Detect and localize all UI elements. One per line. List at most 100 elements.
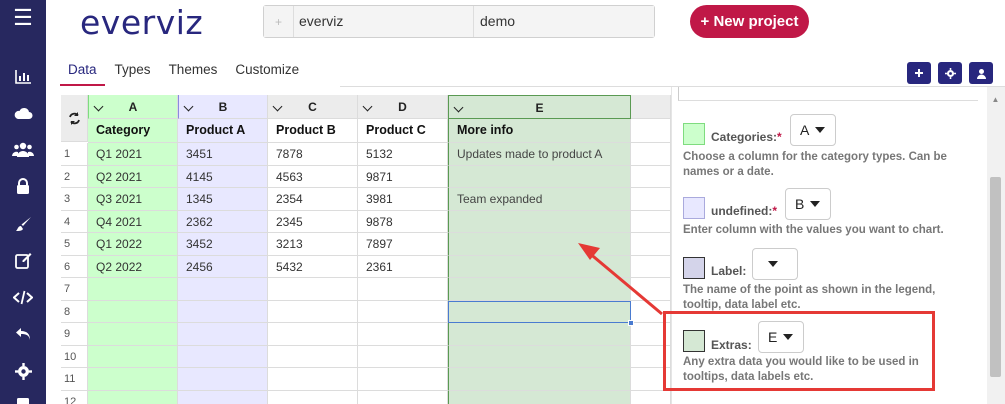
users-icon[interactable] (0, 134, 46, 164)
data-cell[interactable]: Q2 2021 (88, 165, 178, 188)
column-header-a[interactable]: A (88, 95, 178, 119)
empty-cell[interactable] (268, 300, 358, 323)
data-cell[interactable]: Updates made to product A (448, 143, 631, 166)
empty-cell[interactable] (448, 368, 631, 391)
empty-cell[interactable] (268, 323, 358, 346)
column-header-e[interactable]: E (448, 95, 631, 119)
data-cell[interactable]: 7897 (358, 233, 448, 256)
data-cell[interactable]: 5432 (268, 255, 358, 278)
empty-cell[interactable] (631, 119, 671, 143)
empty-cell[interactable] (358, 323, 448, 346)
scroll-up-icon[interactable]: ▲ (990, 95, 1001, 105)
header-cell[interactable]: Product B (268, 119, 358, 143)
empty-cell[interactable] (358, 278, 448, 301)
chevron-down-icon[interactable] (453, 102, 464, 113)
chevron-down-icon[interactable] (183, 101, 194, 112)
data-cell[interactable]: Q3 2021 (88, 188, 178, 211)
empty-cell[interactable] (178, 323, 268, 346)
gear-icon[interactable] (0, 356, 46, 386)
empty-cell[interactable] (178, 368, 268, 391)
empty-cell[interactable] (631, 143, 671, 166)
empty-cell[interactable] (631, 390, 671, 404)
data-cell[interactable]: 3452 (178, 233, 268, 256)
header-cell[interactable]: Category (88, 119, 178, 143)
empty-cell[interactable] (88, 345, 178, 368)
new-project-button[interactable]: + New project (690, 5, 809, 38)
empty-cell[interactable] (178, 300, 268, 323)
data-cell[interactable]: Q1 2021 (88, 143, 178, 166)
header-cell[interactable]: More info (448, 119, 631, 143)
data-cell[interactable]: 4563 (268, 165, 358, 188)
add-icon[interactable] (907, 62, 931, 84)
cloud-icon[interactable] (0, 98, 46, 128)
empty-cell[interactable] (631, 165, 671, 188)
empty-cell[interactable] (88, 300, 178, 323)
data-cell[interactable]: 2456 (178, 255, 268, 278)
empty-cell[interactable] (358, 390, 448, 404)
menu-icon[interactable]: ☰ (0, 3, 46, 33)
empty-cell[interactable] (448, 390, 631, 404)
empty-cell[interactable] (268, 278, 358, 301)
undo-icon[interactable] (0, 319, 46, 349)
empty-cell[interactable] (178, 390, 268, 404)
empty-cell[interactable] (448, 323, 631, 346)
data-cell[interactable]: 5132 (358, 143, 448, 166)
everviz-logo[interactable]: everviz (80, 3, 203, 42)
data-cell[interactable]: 2345 (268, 210, 358, 233)
header-cell[interactable]: Product A (178, 119, 268, 143)
user-icon[interactable] (969, 62, 993, 84)
data-cell[interactable]: Q2 2022 (88, 255, 178, 278)
team-name-field[interactable]: demo (474, 6, 654, 37)
data-cell[interactable]: 3981 (358, 188, 448, 211)
fill-handle[interactable] (628, 320, 634, 326)
data-cell[interactable]: 1345 (178, 188, 268, 211)
data-cell[interactable]: Q4 2021 (88, 210, 178, 233)
data-cell[interactable]: 7878 (268, 143, 358, 166)
data-cell[interactable]: 9871 (358, 165, 448, 188)
tab-data[interactable]: Data (60, 56, 105, 86)
scroll-thumb[interactable] (990, 177, 1001, 377)
chevron-down-icon[interactable] (362, 101, 373, 112)
edit-icon[interactable] (0, 245, 46, 275)
data-cell[interactable]: 3451 (178, 143, 268, 166)
empty-cell[interactable] (631, 188, 671, 211)
code-icon[interactable] (0, 282, 46, 312)
empty-cell[interactable] (178, 345, 268, 368)
empty-cell[interactable] (268, 390, 358, 404)
refresh-icon[interactable] (61, 95, 88, 142)
project-name-field[interactable]: everviz (294, 6, 474, 37)
data-cell[interactable]: 2362 (178, 210, 268, 233)
chevron-down-icon[interactable] (93, 101, 104, 112)
chevron-down-icon[interactable] (272, 101, 283, 112)
empty-cell[interactable] (268, 368, 358, 391)
empty-cell[interactable] (88, 390, 178, 404)
label-select[interactable] (752, 248, 798, 280)
data-cell[interactable]: 3213 (268, 233, 358, 256)
brush-icon[interactable] (0, 209, 46, 239)
data-cell[interactable]: 2361 (358, 255, 448, 278)
data-cell[interactable]: Q1 2022 (88, 233, 178, 256)
tab-customize[interactable]: Customize (227, 56, 307, 86)
empty-cell[interactable] (88, 278, 178, 301)
chart-icon[interactable] (0, 61, 46, 91)
empty-cell[interactable] (358, 300, 448, 323)
column-header-b[interactable]: B (178, 95, 268, 119)
empty-cell[interactable] (268, 345, 358, 368)
empty-cell[interactable] (448, 165, 631, 188)
header-cell[interactable]: Product C (358, 119, 448, 143)
settings-icon[interactable] (938, 62, 962, 84)
file-icon[interactable] (0, 390, 46, 404)
tab-themes[interactable]: Themes (161, 56, 226, 86)
column-header-d[interactable]: D (358, 95, 448, 119)
categories-select[interactable]: A (790, 114, 836, 146)
empty-cell[interactable] (88, 323, 178, 346)
data-cell[interactable]: 4145 (178, 165, 268, 188)
lock-icon[interactable] (0, 171, 46, 201)
column-header-c[interactable]: C (268, 95, 358, 119)
data-cell[interactable]: 9878 (358, 210, 448, 233)
tab-types[interactable]: Types (107, 56, 159, 86)
empty-cell[interactable] (88, 368, 178, 391)
data-cell[interactable]: 2354 (268, 188, 358, 211)
empty-cell[interactable] (358, 368, 448, 391)
data-cell[interactable]: Team expanded (448, 188, 631, 211)
